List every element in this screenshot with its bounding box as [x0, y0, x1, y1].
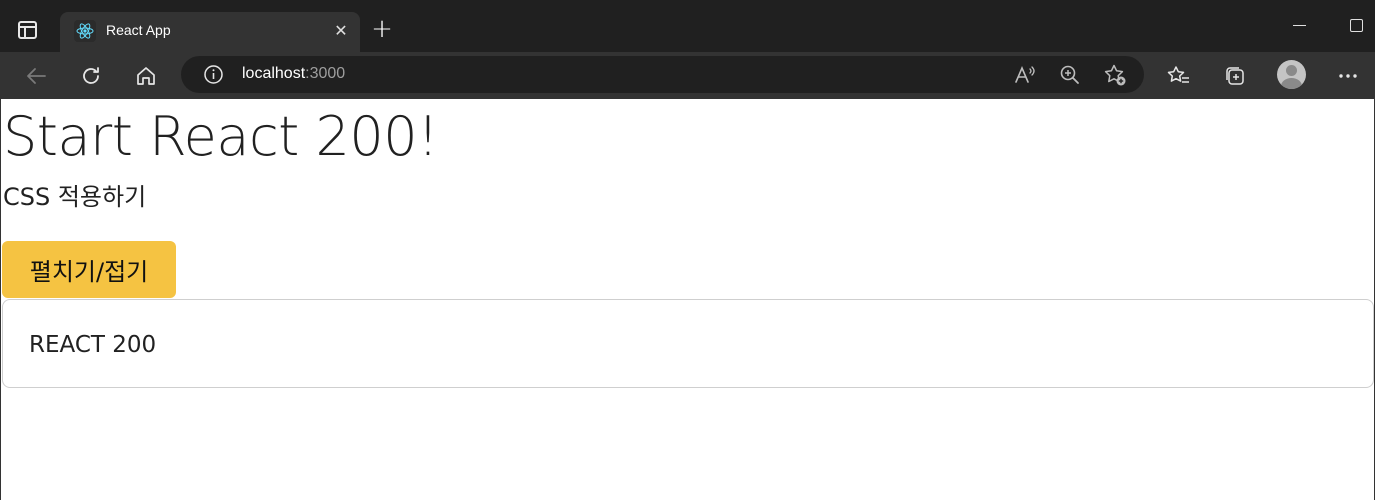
- zoom-in-icon[interactable]: [1059, 64, 1081, 90]
- card-text: REACT 200: [29, 332, 157, 358]
- browser-titlebar: React App ✕ +: [0, 0, 1375, 52]
- url-port: :3000: [305, 65, 346, 82]
- close-icon[interactable]: ✕: [330, 20, 352, 42]
- browser-toolbar: localhost:3000: [0, 52, 1375, 99]
- url-host: localhost: [242, 65, 306, 82]
- profile-avatar-icon[interactable]: [1277, 60, 1306, 89]
- react-logo-icon: [74, 20, 96, 42]
- minimize-icon[interactable]: [1293, 25, 1306, 26]
- tab-title: React App: [106, 22, 171, 38]
- collapse-card: REACT 200: [2, 299, 1374, 388]
- info-icon[interactable]: [203, 64, 224, 89]
- more-icon[interactable]: [1334, 62, 1362, 90]
- refresh-icon[interactable]: [77, 62, 105, 90]
- toggle-expand-button[interactable]: 펼치기/접기: [2, 241, 176, 298]
- new-tab-button[interactable]: +: [368, 16, 396, 44]
- add-favorite-icon[interactable]: [1103, 63, 1127, 91]
- sidebar-icon[interactable]: [18, 21, 37, 39]
- read-aloud-icon[interactable]: [1013, 64, 1037, 90]
- page-viewport: Start React 200! CSS 적용하기 펼치기/접기 REACT 2…: [0, 99, 1375, 500]
- favorites-list-icon[interactable]: [1165, 62, 1193, 90]
- address-bar[interactable]: localhost:3000: [181, 56, 1144, 93]
- back-arrow-icon[interactable]: [22, 62, 50, 90]
- page-subtitle: CSS 적용하기: [3, 183, 147, 211]
- tab-react-app[interactable]: React App ✕: [60, 12, 360, 52]
- url-text: localhost:3000: [242, 65, 345, 83]
- page-title: Start React 200!: [3, 105, 439, 168]
- home-icon[interactable]: [132, 62, 160, 90]
- collections-icon[interactable]: [1221, 62, 1249, 90]
- maximize-icon[interactable]: [1350, 19, 1363, 32]
